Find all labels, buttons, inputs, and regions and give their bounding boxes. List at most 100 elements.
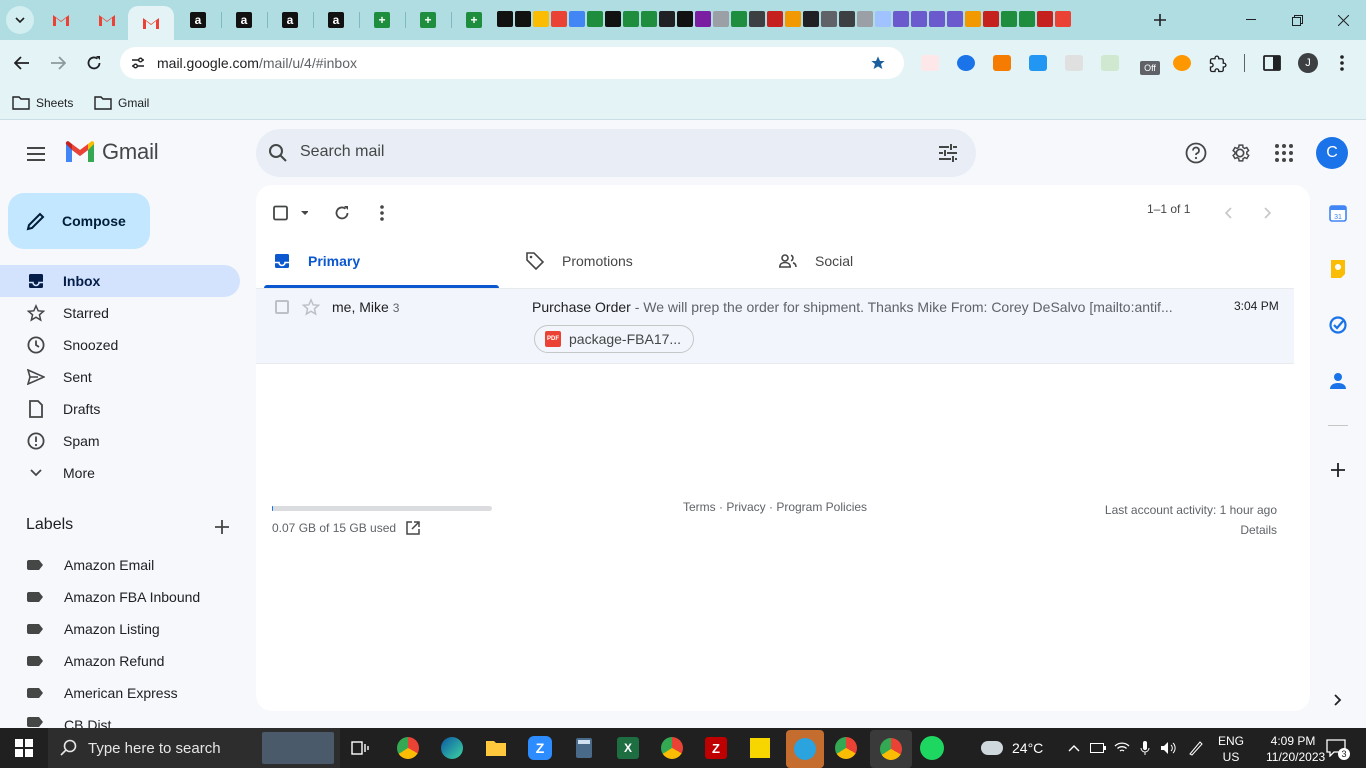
site-icon[interactable]	[803, 11, 819, 27]
forward-button[interactable]	[42, 47, 74, 79]
site-icon[interactable]	[713, 11, 729, 27]
tab-primary[interactable]: Primary	[256, 233, 360, 289]
create-label-plus-icon[interactable]	[212, 517, 232, 537]
site-icon[interactable]	[1055, 11, 1071, 27]
address-bar[interactable]: mail.google.com/mail/u/4/#inbox	[120, 47, 904, 79]
get-addons-plus-icon[interactable]	[1327, 459, 1349, 481]
help-icon[interactable]	[1180, 137, 1212, 169]
minimize-button[interactable]	[1228, 0, 1274, 40]
browser-tab-gmail-active[interactable]	[128, 6, 174, 40]
browser-tab-amazon-4[interactable]: a	[313, 0, 359, 40]
site-icon[interactable]	[893, 11, 909, 27]
taskbar-search[interactable]: Type here to search	[48, 728, 340, 768]
row-checkbox[interactable]	[275, 300, 289, 314]
nav-item-spam[interactable]: Spam	[0, 425, 240, 457]
pinned-tab-favicons[interactable]	[497, 11, 1071, 29]
site-icon[interactable]	[785, 11, 801, 27]
extension-icon[interactable]	[1101, 55, 1119, 71]
site-icon[interactable]	[767, 11, 783, 27]
spotify-icon[interactable]	[918, 734, 946, 762]
zoom-taskbar-icon[interactable]: Z	[526, 734, 554, 762]
gmail-icon[interactable]	[551, 11, 567, 27]
star-icon[interactable]	[302, 298, 320, 316]
nav-item-more[interactable]: More	[0, 457, 240, 489]
browser-tab-sheets-1[interactable]: +	[359, 0, 405, 40]
site-icon[interactable]	[947, 11, 963, 27]
site-icon[interactable]	[983, 11, 999, 27]
keep-icon[interactable]	[1327, 258, 1349, 280]
site-icon[interactable]	[875, 11, 891, 27]
chevron-left-icon[interactable]	[1212, 197, 1244, 229]
attachment-chip[interactable]: PDF package-FBA17...	[534, 325, 694, 353]
extension-icon[interactable]	[921, 55, 939, 71]
edge-taskbar-icon[interactable]	[438, 734, 466, 762]
chrome-taskbar-icon[interactable]	[394, 734, 422, 762]
label-item[interactable]: Amazon Listing	[0, 613, 240, 645]
amazon-icon[interactable]	[515, 11, 531, 27]
extension-icon[interactable]	[1173, 55, 1191, 71]
compose-button[interactable]: Compose	[8, 193, 150, 249]
nav-item-drafts[interactable]: Drafts	[0, 393, 240, 425]
volume-icon[interactable]	[1154, 734, 1182, 762]
open-external-icon[interactable]	[406, 521, 420, 535]
nav-item-snoozed[interactable]: Snoozed	[0, 329, 240, 361]
chevron-right-icon[interactable]	[1252, 197, 1284, 229]
email-row[interactable]: me, Mike 3 Purchase Order - We will prep …	[256, 289, 1294, 364]
nav-item-starred[interactable]: Starred	[0, 297, 240, 329]
sticky-notes-icon[interactable]	[746, 734, 774, 762]
browser-tab-sheets-3[interactable]: +	[451, 0, 497, 40]
browser-tab-gmail-1[interactable]	[38, 0, 84, 40]
sheets-icon[interactable]	[641, 11, 657, 27]
extensions-puzzle-icon[interactable]	[1209, 55, 1227, 73]
site-icon[interactable]	[749, 11, 765, 27]
site-icon[interactable]	[965, 11, 981, 27]
chrome-active-taskbar-icon[interactable]	[870, 730, 912, 768]
filezilla-icon[interactable]: Z	[702, 734, 730, 762]
new-tab-button[interactable]	[1148, 8, 1172, 32]
pen-icon[interactable]	[1182, 734, 1210, 762]
calendar-icon[interactable]: 31	[1327, 202, 1349, 224]
label-item[interactable]: Amazon FBA Inbound	[0, 581, 240, 613]
sheets-icon[interactable]	[731, 11, 747, 27]
account-avatar[interactable]: C	[1316, 137, 1348, 169]
nav-item-inbox[interactable]: Inbox	[0, 265, 240, 297]
label-item[interactable]: Amazon Email	[0, 549, 240, 581]
start-button[interactable]	[0, 728, 48, 768]
main-menu-icon[interactable]	[24, 142, 48, 166]
sheets-icon[interactable]	[623, 11, 639, 27]
browser-tab-amazon-3[interactable]: a	[267, 0, 313, 40]
nav-item-sent[interactable]: Sent	[0, 361, 240, 393]
restore-button[interactable]	[1274, 0, 1320, 40]
drive-icon[interactable]	[533, 11, 549, 27]
site-icon[interactable]	[659, 11, 675, 27]
site-icon[interactable]	[1037, 11, 1053, 27]
activity-details-link[interactable]: Details	[1060, 520, 1277, 540]
site-icon[interactable]	[839, 11, 855, 27]
search-bar[interactable]: Search mail	[256, 129, 976, 177]
weather-icon[interactable]	[978, 734, 1006, 762]
amazon-icon[interactable]	[677, 11, 693, 27]
taskbar-clock[interactable]: 4:09 PM 11/20/2023	[1266, 733, 1325, 765]
calculator-icon[interactable]	[570, 734, 598, 762]
notifications-icon[interactable]: 3	[1322, 734, 1350, 762]
weather-temperature[interactable]: 24°C	[1012, 740, 1043, 756]
url-text[interactable]: mail.google.com/mail/u/4/#inbox	[157, 55, 357, 71]
drive-icon[interactable]	[569, 11, 585, 27]
contacts-icon[interactable]	[1327, 370, 1349, 392]
label-item[interactable]: CB Dist	[0, 709, 240, 728]
extension-icon[interactable]	[993, 55, 1011, 71]
tab-social[interactable]: Social	[761, 233, 853, 289]
excel-taskbar-icon[interactable]: X	[614, 734, 642, 762]
more-actions-icon[interactable]	[366, 197, 398, 229]
extension-icon[interactable]	[957, 55, 975, 71]
label-item[interactable]: American Express	[0, 677, 240, 709]
browser-tab-gmail-2[interactable]	[84, 0, 130, 40]
chrome-profile-taskbar-icon[interactable]	[658, 734, 686, 762]
bookmark-gmail[interactable]: Gmail	[88, 92, 155, 114]
hide-side-panel-chevron-icon[interactable]	[1327, 689, 1349, 711]
extension-icon[interactable]	[1065, 55, 1083, 71]
profile-avatar[interactable]: J	[1298, 53, 1318, 73]
site-icon[interactable]	[695, 11, 711, 27]
bookmark-sheets[interactable]: Sheets	[6, 92, 79, 114]
chrome-taskbar-icon-2[interactable]	[832, 734, 860, 762]
